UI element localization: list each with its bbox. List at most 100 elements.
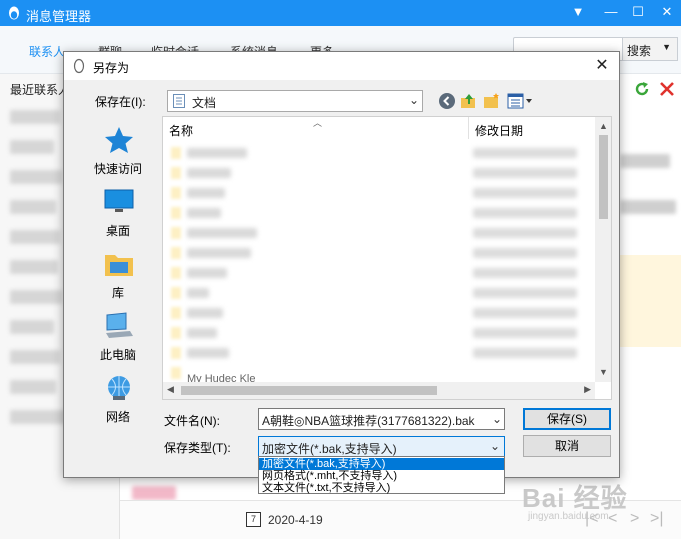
chevron-down-icon[interactable]: ⌄ <box>490 439 500 453</box>
network-globe-icon <box>108 376 130 400</box>
horizontal-scrollbar[interactable]: ◀ ▶ <box>163 382 595 399</box>
column-header-name[interactable]: 名称 ︿ <box>163 117 469 139</box>
filetype-select[interactable]: 加密文件(*.bak,支持导入) <box>258 436 505 458</box>
recent-contacts-label: 最近联系人 <box>10 83 71 97</box>
folder-icon <box>171 267 181 279</box>
folder-icon <box>171 367 181 379</box>
file-date-blurred <box>473 268 577 278</box>
list-item[interactable] <box>10 380 56 394</box>
filetype-option[interactable]: 加密文件(*.bak,支持导入) <box>259 458 504 470</box>
dialog-titlebar: 另存为 ✕ <box>64 52 619 80</box>
back-icon[interactable] <box>438 92 456 110</box>
maximize-icon[interactable]: ☐ <box>630 4 646 20</box>
file-date-blurred <box>473 348 577 358</box>
scroll-thumb[interactable] <box>181 386 437 395</box>
folder-icon <box>171 187 181 199</box>
file-name-blurred <box>187 288 209 298</box>
list-item[interactable] <box>10 260 58 274</box>
filetype-option[interactable]: 文本文件(*.txt,不支持导入) <box>259 482 504 494</box>
filename-input[interactable]: A朝鞋◎NBA篮球推荐(3177681322).bak <box>258 408 505 430</box>
folder-icon <box>171 247 181 259</box>
refresh-icon[interactable] <box>633 80 651 98</box>
watermark: Bai 经验 jingyan.baidu.com <box>522 478 672 528</box>
dropdown-menu-icon[interactable]: ▼ <box>570 4 586 20</box>
file-name-blurred <box>187 348 229 358</box>
file-name-blurred <box>187 268 227 278</box>
scroll-down-icon[interactable]: ▼ <box>595 367 611 377</box>
file-date-blurred <box>473 248 577 258</box>
file-name-blurred <box>187 328 217 338</box>
folder-icon <box>171 347 181 359</box>
place-quick-access[interactable]: 快速访问 <box>74 122 162 184</box>
sort-up-icon: ︿ <box>313 118 323 128</box>
list-item[interactable] <box>10 110 60 124</box>
save-in-value: 文档 <box>192 96 217 110</box>
chevron-down-icon: ⌄ <box>408 93 419 107</box>
document-icon <box>173 94 185 108</box>
save-button[interactable]: 保存(S) <box>523 408 611 430</box>
dialog-close-icon[interactable]: ✕ <box>593 57 611 75</box>
list-item[interactable] <box>10 320 54 334</box>
file-date-blurred <box>473 288 577 298</box>
list-item[interactable] <box>10 230 60 244</box>
computer-icon <box>106 312 133 338</box>
scroll-right-icon[interactable]: ▶ <box>584 384 591 395</box>
folder-icon <box>171 207 181 219</box>
save-as-dialog: 另存为 ✕ 保存在(I): 文档 ⌄ 快速访问 桌面 库 此电脑 网络 名称 ︿… <box>63 51 620 478</box>
save-in-label: 保存在(I): <box>95 95 146 109</box>
file-list[interactable]: 名称 ︿ 修改日期 My Hudec Kle ▲ ▼ ◀ ▶ <box>162 116 612 400</box>
list-item[interactable] <box>10 290 62 304</box>
delete-icon[interactable] <box>658 80 676 98</box>
list-item[interactable] <box>10 350 60 364</box>
list-item[interactable] <box>132 486 176 500</box>
list-item[interactable] <box>10 140 54 154</box>
list-item[interactable] <box>10 410 70 424</box>
place-library[interactable]: 库 <box>74 246 162 308</box>
search-button[interactable]: 搜索 ▼ <box>622 37 678 61</box>
file-date-blurred <box>473 328 577 338</box>
library-folder-icon <box>105 255 133 276</box>
filetype-option[interactable]: 网页格式(*.mht,不支持导入) <box>259 470 504 482</box>
file-date-blurred <box>473 208 577 218</box>
filetype-label: 保存类型(T): <box>164 441 231 455</box>
folder-icon <box>171 307 181 319</box>
vertical-scrollbar[interactable]: ▲ ▼ <box>595 117 611 382</box>
cancel-button[interactable]: 取消 <box>523 435 611 457</box>
star-icon <box>105 127 133 153</box>
scroll-thumb[interactable] <box>599 135 608 219</box>
file-date-blurred <box>473 148 577 158</box>
save-in-combo[interactable]: 文档 ⌄ <box>167 90 423 112</box>
calendar-icon[interactable]: 7 <box>246 512 261 527</box>
file-name-blurred <box>187 308 223 318</box>
place-desktop[interactable]: 桌面 <box>74 184 162 246</box>
places-bar: 快速访问 桌面 库 此电脑 网络 <box>74 118 162 424</box>
column-header-label: 名称 <box>169 124 194 138</box>
tab-contacts[interactable]: 联系人 <box>29 43 65 60</box>
column-header-date[interactable]: 修改日期 <box>469 117 599 139</box>
minimize-icon[interactable]: — <box>603 4 619 20</box>
dialog-title: 另存为 <box>93 61 130 75</box>
file-name-blurred <box>187 208 221 218</box>
list-item[interactable] <box>10 170 62 184</box>
message-snippet <box>620 200 676 214</box>
file-name-blurred <box>187 168 231 178</box>
place-network[interactable]: 网络 <box>74 370 162 432</box>
view-menu-icon[interactable] <box>507 92 535 110</box>
folder-icon <box>171 227 181 239</box>
close-icon[interactable]: ✕ <box>659 4 675 20</box>
scroll-up-icon[interactable]: ▲ <box>595 121 611 131</box>
file-name-blurred <box>187 148 247 158</box>
folder-icon <box>171 147 181 159</box>
desktop-icon <box>104 189 134 212</box>
list-item[interactable] <box>10 200 56 214</box>
watermark-brand: Bai 经验 <box>522 483 628 513</box>
up-folder-icon[interactable] <box>460 92 478 110</box>
place-this-pc[interactable]: 此电脑 <box>74 308 162 370</box>
chevron-down-icon[interactable]: ⌄ <box>492 412 502 426</box>
scroll-left-icon[interactable]: ◀ <box>167 384 174 395</box>
place-label: 快速访问 <box>93 162 142 176</box>
chevron-down-icon: ▼ <box>662 42 671 52</box>
qq-penguin-icon <box>73 58 85 74</box>
highlight-panel <box>620 255 681 347</box>
new-folder-icon[interactable] <box>483 92 501 110</box>
